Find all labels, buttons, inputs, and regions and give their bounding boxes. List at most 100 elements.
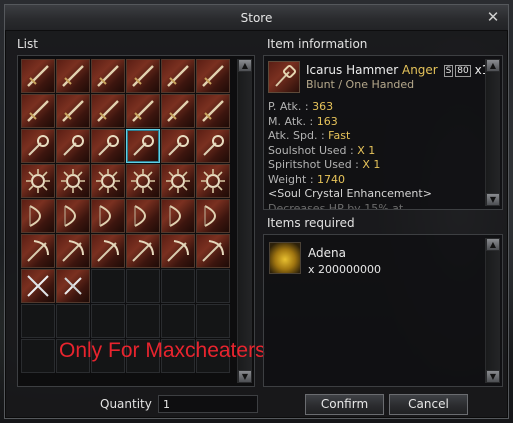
item-slot[interactable]	[91, 164, 125, 198]
item-name: Icarus Hammer	[306, 63, 402, 77]
item-slot[interactable]	[56, 59, 90, 93]
item-slot[interactable]	[196, 94, 230, 128]
spiked-icon	[166, 169, 190, 193]
item-slot[interactable]	[21, 269, 55, 303]
soul-crystal-header: <Soul Crystal Enhancement>	[268, 187, 432, 200]
confirm-button[interactable]: Confirm	[305, 394, 384, 415]
info-scroll-down-button[interactable]: ▼	[486, 193, 500, 206]
item-type: Blunt / One Handed	[306, 78, 415, 91]
item-slot[interactable]	[196, 164, 230, 198]
store-window: Store ✕ List ▲ ▼ Only For Maxcheaters It…	[4, 4, 509, 419]
sword-icon	[97, 65, 119, 87]
quantity-input[interactable]	[158, 395, 258, 413]
required-scroll-up-button[interactable]: ▲	[486, 238, 500, 251]
required-item-name: Adena	[308, 246, 346, 260]
item-slot[interactable]	[196, 199, 230, 233]
sword-icon	[167, 65, 189, 87]
window-title: Store	[240, 11, 273, 25]
item-slot[interactable]	[56, 269, 90, 303]
sword-icon	[132, 65, 154, 87]
title-bar[interactable]: Store ✕	[5, 5, 508, 31]
dual-sword-icon	[27, 275, 49, 297]
item-slot[interactable]	[56, 129, 90, 163]
sword-icon	[62, 100, 84, 122]
spiked-icon	[131, 169, 155, 193]
item-information-panel: Icarus Hammer Anger S 80 x1 Blunt / One H…	[263, 55, 503, 210]
item-slot[interactable]	[161, 94, 195, 128]
sword-icon	[27, 100, 49, 122]
list-label: List	[17, 37, 38, 51]
item-slot[interactable]	[21, 129, 55, 163]
sword-icon	[202, 100, 224, 122]
item-information-label: Item information	[267, 37, 368, 51]
item-slot[interactable]	[91, 234, 125, 268]
item-slot[interactable]	[126, 164, 160, 198]
crossbow-icon	[167, 240, 189, 262]
empty-slot	[196, 304, 230, 338]
item-name-line: Icarus Hammer Anger S 80 x1	[306, 63, 489, 77]
list-scrollbar[interactable]: ▲ ▼	[237, 59, 252, 383]
item-slot[interactable]	[91, 94, 125, 128]
item-slot[interactable]	[196, 59, 230, 93]
item-slot[interactable]	[21, 94, 55, 128]
bow-icon	[99, 205, 111, 227]
item-slot[interactable]	[126, 59, 160, 93]
stat-row: Atk. Spd. : Fast	[268, 129, 351, 142]
cancel-button[interactable]: Cancel	[389, 394, 468, 415]
item-slot[interactable]	[56, 94, 90, 128]
item-slot[interactable]	[91, 199, 125, 233]
list-scroll-down-button[interactable]: ▼	[238, 370, 252, 383]
item-slot[interactable]	[196, 129, 230, 163]
item-slot[interactable]	[161, 199, 195, 233]
sword-icon	[132, 100, 154, 122]
item-slot[interactable]	[196, 234, 230, 268]
bow-icon	[169, 205, 181, 227]
sword-icon	[97, 100, 119, 122]
item-slot[interactable]	[21, 59, 55, 93]
grade-badge: S	[443, 65, 454, 77]
info-scrollbar[interactable]: ▲ ▼	[485, 59, 500, 206]
item-slot[interactable]	[21, 234, 55, 268]
item-slot[interactable]	[161, 59, 195, 93]
empty-slot	[161, 304, 195, 338]
stat-row: Spiritshot Used : X 1	[268, 158, 381, 171]
info-scroll-up-button[interactable]: ▲	[486, 59, 500, 72]
crossbow-icon	[202, 240, 224, 262]
list-scroll-up-button[interactable]: ▲	[238, 59, 252, 72]
item-slot[interactable]	[126, 94, 160, 128]
empty-slot	[126, 269, 160, 303]
stat-row: Soulshot Used : X 1	[268, 143, 376, 157]
bow-icon	[204, 205, 216, 227]
item-slot[interactable]	[91, 129, 125, 163]
items-required-panel: Adena x 200000000 ▲ ▼	[263, 234, 503, 387]
item-slot[interactable]	[56, 164, 90, 198]
item-slot[interactable]	[21, 164, 55, 198]
item-slot[interactable]	[56, 234, 90, 268]
bow-icon	[134, 205, 146, 227]
sword-icon	[27, 65, 49, 87]
close-button[interactable]: ✕	[484, 8, 502, 26]
empty-slot	[91, 269, 125, 303]
hammer-icon	[268, 61, 300, 93]
item-slot-selected[interactable]	[126, 129, 160, 163]
item-slot[interactable]	[161, 129, 195, 163]
item-slot[interactable]	[126, 234, 160, 268]
empty-slot	[56, 304, 90, 338]
item-slot[interactable]	[161, 164, 195, 198]
adena-coins-icon	[269, 242, 301, 274]
spiked-icon	[26, 169, 50, 193]
required-item-quantity: x 200000000	[308, 263, 381, 276]
stat-row: Weight : 1740	[268, 172, 346, 186]
item-slot[interactable]	[21, 199, 55, 233]
sword-icon	[62, 65, 84, 87]
watermark-text: Only For Maxcheaters	[59, 339, 266, 362]
required-scroll-down-button[interactable]: ▼	[486, 370, 500, 383]
empty-slot	[126, 304, 160, 338]
item-slot[interactable]	[91, 59, 125, 93]
spiked-icon	[96, 169, 120, 193]
crossbow-icon	[27, 240, 49, 262]
item-slot[interactable]	[161, 234, 195, 268]
required-scrollbar[interactable]: ▲ ▼	[485, 238, 500, 383]
item-slot[interactable]	[126, 199, 160, 233]
item-slot[interactable]	[56, 199, 90, 233]
